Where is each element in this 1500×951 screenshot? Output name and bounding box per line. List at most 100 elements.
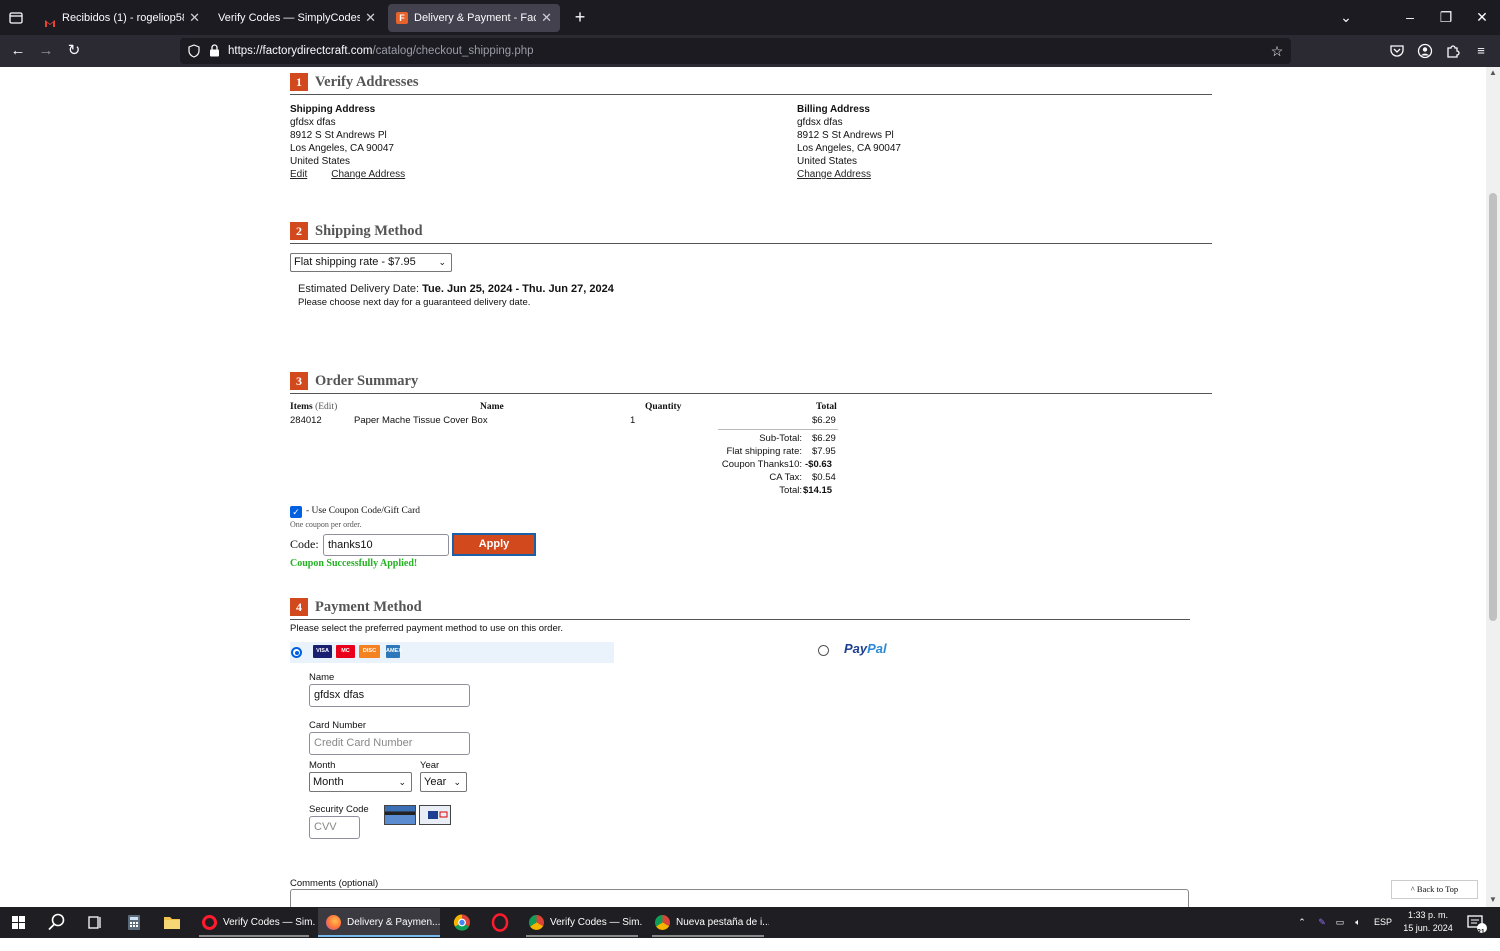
edit-items-link[interactable]: (Edit) — [315, 402, 337, 412]
back-arrow-icon[interactable]: ← — [8, 41, 28, 61]
change-billing-address-link[interactable]: Change Address — [797, 169, 871, 180]
taskbar-app-chrome-1[interactable]: Verify Codes — Sim... — [521, 908, 643, 937]
col-header-name: Name — [480, 402, 504, 412]
shipping-method-value: Flat shipping rate - $7.95 — [294, 256, 416, 268]
account-icon[interactable] — [1417, 43, 1433, 59]
input-language[interactable]: ESP — [1371, 907, 1395, 938]
checkout-page: 1 Verify Addresses Shipping Address gfds… — [0, 67, 1486, 907]
running-indicator — [652, 935, 764, 937]
browser-tabbar: Recibidos (1) - rogeliop58510@ ✕ Verify … — [0, 0, 1500, 35]
scrollbar-thumb[interactable] — [1489, 193, 1497, 621]
pen-icon[interactable]: ✎ — [1314, 907, 1330, 938]
close-icon[interactable]: ✕ — [365, 4, 376, 32]
cardholder-name-input[interactable]: gfdsx dfas — [309, 684, 470, 707]
month-value: Month — [313, 776, 344, 788]
tab-list-icon[interactable] — [6, 8, 26, 28]
opera-icon — [202, 915, 217, 930]
cvv-input[interactable]: CVV — [309, 816, 360, 839]
task-view-icon[interactable] — [82, 907, 108, 938]
item-name: Paper Mache Tissue Cover Box — [354, 415, 488, 426]
tab-gmail[interactable]: Recibidos (1) - rogeliop58510@ ✕ — [36, 4, 208, 32]
opera-gx-icon[interactable] — [487, 907, 513, 938]
estimated-delivery-label: Estimated Delivery Date: — [298, 283, 420, 295]
close-icon[interactable]: ✕ — [189, 4, 200, 32]
file-explorer-icon[interactable] — [159, 907, 185, 938]
section-title: Payment Method — [315, 599, 422, 615]
billing-city: Los Angeles, CA 90047 — [797, 143, 901, 154]
network-icon[interactable]: ▭ — [1332, 907, 1348, 938]
new-tab-button[interactable]: + — [570, 6, 590, 28]
card-number-input[interactable]: Credit Card Number — [309, 732, 470, 755]
windows-start-icon[interactable] — [6, 907, 32, 938]
shipping-country: United States — [290, 156, 351, 167]
bookmark-star-icon[interactable]: ☆ — [1269, 43, 1285, 59]
apply-button[interactable]: Apply — [452, 533, 536, 556]
reload-icon[interactable]: ↻ — [64, 41, 84, 61]
credit-card-option[interactable]: VISA MC DISC AMEX — [290, 642, 614, 663]
volume-icon[interactable]: 🔈︎ — [1350, 907, 1366, 938]
estimated-delivery: Estimated Delivery Date: Tue. Jun 25, 20… — [298, 283, 614, 295]
notifications-icon[interactable]: 21 — [1466, 907, 1488, 938]
divider — [290, 393, 1212, 394]
shipping-method-select[interactable]: Flat shipping rate - $7.95 ⌄ — [290, 253, 452, 272]
section-number: 1 — [290, 73, 308, 91]
divider — [290, 619, 1190, 620]
edit-address-link[interactable]: Edit — [290, 169, 307, 180]
pocket-icon[interactable] — [1389, 43, 1405, 59]
taskbar-app-label: Nueva pestaña de i... — [676, 917, 769, 928]
billing-address-block: Billing Address gfdsx dfas 8912 S St And… — [797, 103, 901, 181]
comments-textarea[interactable] — [290, 889, 1189, 907]
menu-icon[interactable]: ≡ — [1473, 43, 1489, 59]
subtotal-value: $6.29 — [812, 433, 836, 444]
chrome-icon[interactable] — [449, 907, 475, 938]
gmail-icon — [44, 12, 56, 27]
taskbar-app-label: Verify Codes — Sim... — [223, 917, 315, 928]
search-icon[interactable] — [44, 907, 70, 938]
credit-card-radio[interactable] — [291, 647, 302, 658]
calculator-icon[interactable] — [121, 907, 147, 938]
coupon-value: -$0.63 — [805, 459, 832, 470]
extensions-icon[interactable] — [1445, 43, 1461, 59]
forward-arrow-icon[interactable]: → — [36, 41, 56, 61]
coupon-success-message: Coupon Successfully Applied! — [290, 558, 418, 569]
shield-icon[interactable] — [188, 44, 200, 58]
restore-icon[interactable]: ❐ — [1434, 6, 1458, 28]
coupon-code-input[interactable]: thanks10 — [323, 534, 449, 556]
col-header-total: Total — [816, 402, 837, 412]
back-to-top-button[interactable]: ^ Back to Top — [1391, 880, 1478, 899]
shipping-label: Flat shipping rate: — [726, 446, 802, 457]
close-icon[interactable]: ✕ — [541, 4, 552, 32]
browser-navbar: ← → ↻ https://factorydirectcraft.com/cat… — [0, 35, 1500, 67]
scroll-down-icon[interactable]: ▼ — [1488, 895, 1498, 905]
subtotal-label: Sub-Total: — [759, 433, 802, 444]
change-shipping-address-link[interactable]: Change Address — [331, 169, 405, 180]
minimize-icon[interactable]: – — [1398, 6, 1422, 28]
estimated-delivery-value: Tue. Jun 25, 2024 - Thu. Jun 27, 2024 — [422, 283, 614, 295]
url-bar[interactable]: https://factorydirectcraft.com/catalog/c… — [180, 38, 1291, 64]
year-value: Year — [424, 776, 447, 788]
name-label: Name — [309, 672, 335, 683]
divider — [290, 94, 1212, 95]
tab-simplycodes[interactable]: Verify Codes — SimplyCodes ✕ — [212, 4, 384, 32]
page-scrollbar[interactable]: ▲ ▼ — [1486, 67, 1500, 907]
month-select[interactable]: Month ⌄ — [309, 772, 412, 792]
scroll-up-icon[interactable]: ▲ — [1488, 68, 1498, 78]
billing-street: 8912 S St Andrews Pl — [797, 130, 894, 141]
show-hidden-icons-chevron-icon[interactable]: ⌃ — [1294, 907, 1310, 938]
taskbar-app-opera[interactable]: Verify Codes — Sim... — [194, 908, 315, 937]
section-number: 4 — [290, 598, 308, 616]
use-coupon-checkbox[interactable]: ✓ — [290, 506, 302, 518]
lock-icon[interactable] — [209, 44, 220, 57]
close-window-icon[interactable]: ✕ — [1470, 6, 1494, 28]
list-all-tabs-icon[interactable]: ⌄ — [1334, 6, 1358, 28]
taskbar-app-chrome-2[interactable]: Nueva pestaña de i... — [647, 908, 769, 937]
clock[interactable]: 1:33 p. m. 15 jun. 2024 — [1398, 909, 1458, 935]
chrome-icon — [529, 915, 544, 930]
tab-delivery-payment[interactable]: F Delivery & Payment - Factory D ✕ — [388, 4, 560, 32]
tab-label: Verify Codes — SimplyCodes — [218, 12, 360, 24]
taskbar-app-firefox[interactable]: Delivery & Paymen... — [318, 908, 440, 937]
billing-country: United States — [797, 156, 858, 167]
year-select[interactable]: Year ⌄ — [420, 772, 467, 792]
paypal-radio[interactable] — [818, 645, 829, 656]
tax-value: $0.54 — [812, 472, 836, 483]
